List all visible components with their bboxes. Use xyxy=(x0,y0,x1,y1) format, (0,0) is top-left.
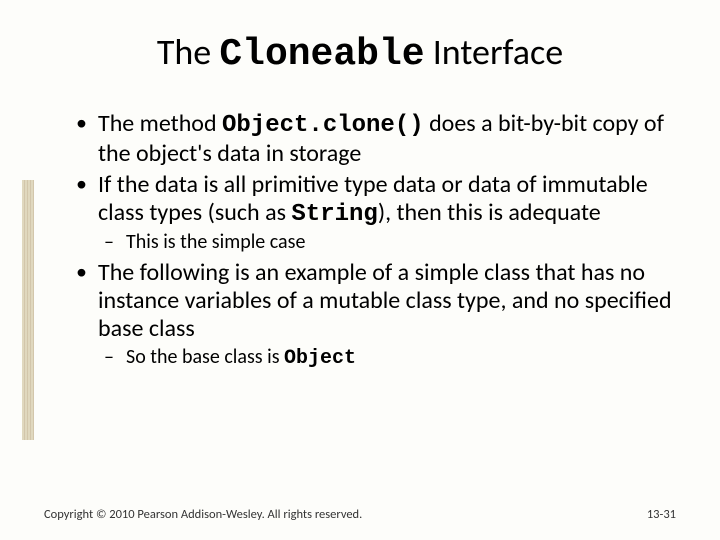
slide-content: The method Object.clone() does a bit-by-… xyxy=(44,110,676,370)
bullet-item: The following is an example of a simple … xyxy=(70,259,676,371)
bullet-text: The following is an example of a simple … xyxy=(98,258,672,344)
sub-bullet-text: So the base class is xyxy=(126,345,284,369)
bullet-item: The method Object.clone() does a bit-by-… xyxy=(70,110,676,169)
slide-title: The Cloneable Interface xyxy=(44,30,676,76)
code-text: Object xyxy=(284,347,356,370)
sub-bullet-list: So the base class is Object xyxy=(98,346,676,371)
bullet-text: The method xyxy=(98,109,222,138)
bullet-text: ), then this is adequate xyxy=(378,198,601,227)
code-text: String xyxy=(291,201,377,228)
side-stripe-decoration xyxy=(22,180,34,440)
title-code: Cloneable xyxy=(219,33,424,76)
page-number: 13-31 xyxy=(647,507,676,522)
sub-bullet-list: This is the simple case xyxy=(98,231,676,255)
title-suffix: Interface xyxy=(425,30,564,74)
sub-bullet-item: So the base class is Object xyxy=(98,346,676,371)
sub-bullet-text: This is the simple case xyxy=(126,230,305,254)
sub-bullet-item: This is the simple case xyxy=(98,231,676,255)
bullet-item: If the data is all primitive type data o… xyxy=(70,171,676,255)
title-prefix: The xyxy=(157,30,220,74)
copyright-text: Copyright © 2010 Pearson Addison-Wesley.… xyxy=(44,507,362,522)
code-text: Object.clone() xyxy=(222,112,424,139)
slide-footer: Copyright © 2010 Pearson Addison-Wesley.… xyxy=(44,507,676,522)
slide: The Cloneable Interface The method Objec… xyxy=(0,0,720,540)
bullet-list: The method Object.clone() does a bit-by-… xyxy=(70,110,676,370)
